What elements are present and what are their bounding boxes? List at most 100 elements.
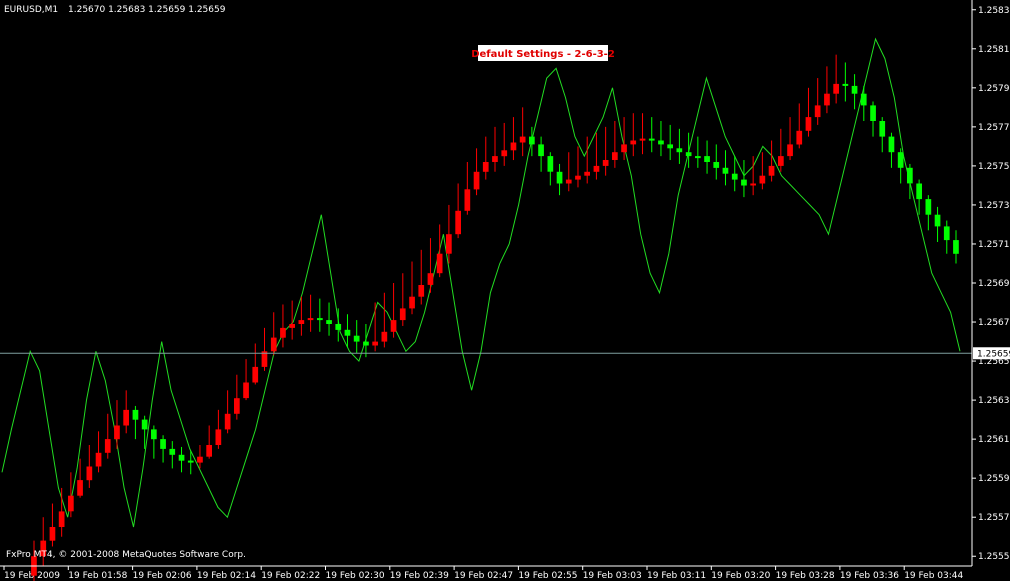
candle-bull: [538, 144, 544, 157]
candle-bull: [363, 341, 369, 346]
candle-bear: [473, 171, 480, 190]
candle-bull: [741, 179, 747, 186]
candle-bear: [750, 183, 756, 186]
candle-bear: [612, 152, 618, 160]
candle-bear: [436, 253, 443, 274]
candle-bull: [317, 318, 323, 321]
candle-bear: [602, 160, 609, 166]
candle-bear: [399, 308, 406, 321]
y-tick-label: 1.25775: [978, 123, 1010, 133]
annotation-text: Default Settings - 2-6-3-2: [471, 49, 615, 60]
y-tick-label: 1.25795: [978, 84, 1010, 94]
x-tick-label: 19 Feb 03:03: [583, 571, 642, 581]
candle-bull: [648, 138, 655, 141]
candle-bear: [805, 117, 812, 131]
x-tick-label: 19 Feb 01:58: [68, 571, 127, 581]
candle-bull: [169, 448, 176, 455]
candle-bull: [187, 460, 194, 463]
candle-bear: [639, 138, 646, 141]
chart-background: [0, 0, 1010, 581]
y-tick-label: 1.25575: [978, 513, 1010, 523]
candle-bull: [132, 409, 139, 420]
candle-bull: [685, 152, 692, 157]
x-tick-label: 19 Feb 03:11: [647, 571, 706, 581]
candle-bull: [335, 324, 342, 330]
candle-bull: [556, 171, 563, 184]
candle-bear: [206, 445, 212, 457]
ohlc-label: 1.25670 1.25683 1.25659 1.25659: [68, 5, 226, 15]
candle-bear: [630, 140, 637, 145]
candle-bull: [326, 320, 332, 324]
candle-bear: [381, 331, 388, 342]
candle-bear: [372, 341, 378, 346]
candle-bear: [390, 320, 397, 332]
candle-bear: [280, 327, 286, 338]
candle-bear: [501, 150, 508, 157]
candle-bear: [510, 142, 517, 151]
x-tick-label: 19 Feb 03:36: [840, 571, 899, 581]
candle-bear: [492, 156, 498, 162]
y-tick-label: 1.25815: [978, 45, 1010, 55]
candle-bear: [86, 466, 93, 481]
y-axis: 1.25835 1.25815 1.25795 1.25775 1.25755 1.257…: [972, 6, 1010, 562]
candle-bull: [897, 152, 904, 168]
candle-bull: [713, 162, 720, 168]
candle-bear: [427, 273, 434, 285]
candle-bear: [77, 480, 83, 496]
x-tick-label: 19 Feb 02:47: [454, 571, 513, 581]
candle-bull: [851, 85, 858, 94]
candle-bull: [722, 167, 729, 174]
candle-bear: [768, 165, 775, 176]
candle-bull: [934, 214, 941, 227]
candle-bull: [667, 144, 673, 149]
candle-bear: [833, 83, 839, 94]
candle-bull: [888, 136, 895, 153]
candle-bear: [759, 175, 766, 184]
y-tick-label: 1.25615: [978, 435, 1010, 445]
candle-bear: [482, 162, 489, 172]
y-tick-label: 1.25595: [978, 474, 1010, 484]
candle-bull: [842, 83, 849, 86]
candle-bull: [943, 226, 950, 241]
y-tick-label: 1.25715: [978, 240, 1010, 250]
candle-bull: [547, 156, 554, 172]
candle-bear: [464, 189, 471, 211]
y-tick-label: 1.25755: [978, 162, 1010, 172]
candle-bear: [778, 156, 784, 166]
x-tick-label: 19 Feb 02:06: [133, 571, 192, 581]
candle-bull: [344, 329, 351, 336]
x-tick-label: 19 Feb 02:30: [326, 571, 385, 581]
candle-bear: [519, 136, 526, 143]
candle-bear: [95, 452, 102, 467]
candle-bear: [123, 409, 129, 426]
candle-bear: [824, 93, 830, 106]
candle-bull: [879, 121, 886, 137]
candle-bear: [104, 439, 111, 453]
candle-bull: [178, 454, 185, 461]
candle-bull: [704, 156, 710, 162]
candle-bear: [796, 130, 803, 145]
chart-canvas: 1.25835 1.25815 1.25795 1.25775 1.25755 1.257…: [0, 0, 1010, 581]
x-tick-label: 19 Feb 03:20: [711, 571, 770, 581]
candle-bear: [814, 105, 821, 118]
candle-bull: [695, 156, 701, 159]
y-tick-label: 1.25835: [978, 6, 1010, 16]
candle-bear: [418, 285, 425, 297]
x-tick-label: 19 Feb 02:14: [197, 571, 256, 581]
y-tick-label: 1.25555: [978, 552, 1010, 562]
x-tick-label: 19 Feb 02:22: [261, 571, 320, 581]
y-tick-label: 1.25695: [978, 279, 1010, 289]
candle-bear: [270, 337, 277, 352]
candle-bull: [676, 148, 683, 153]
candle-bull: [907, 167, 913, 184]
candle-bear: [234, 398, 240, 414]
candle-bear: [243, 382, 249, 399]
candle-bear: [307, 318, 314, 321]
candle-bull: [731, 173, 738, 180]
y-tick-label: 1.25675: [978, 318, 1010, 328]
candle-bear: [252, 366, 259, 383]
candle-bear: [58, 511, 65, 527]
candle-bull: [916, 183, 922, 200]
candle-bear: [584, 171, 590, 176]
candle-bear: [298, 320, 305, 324]
